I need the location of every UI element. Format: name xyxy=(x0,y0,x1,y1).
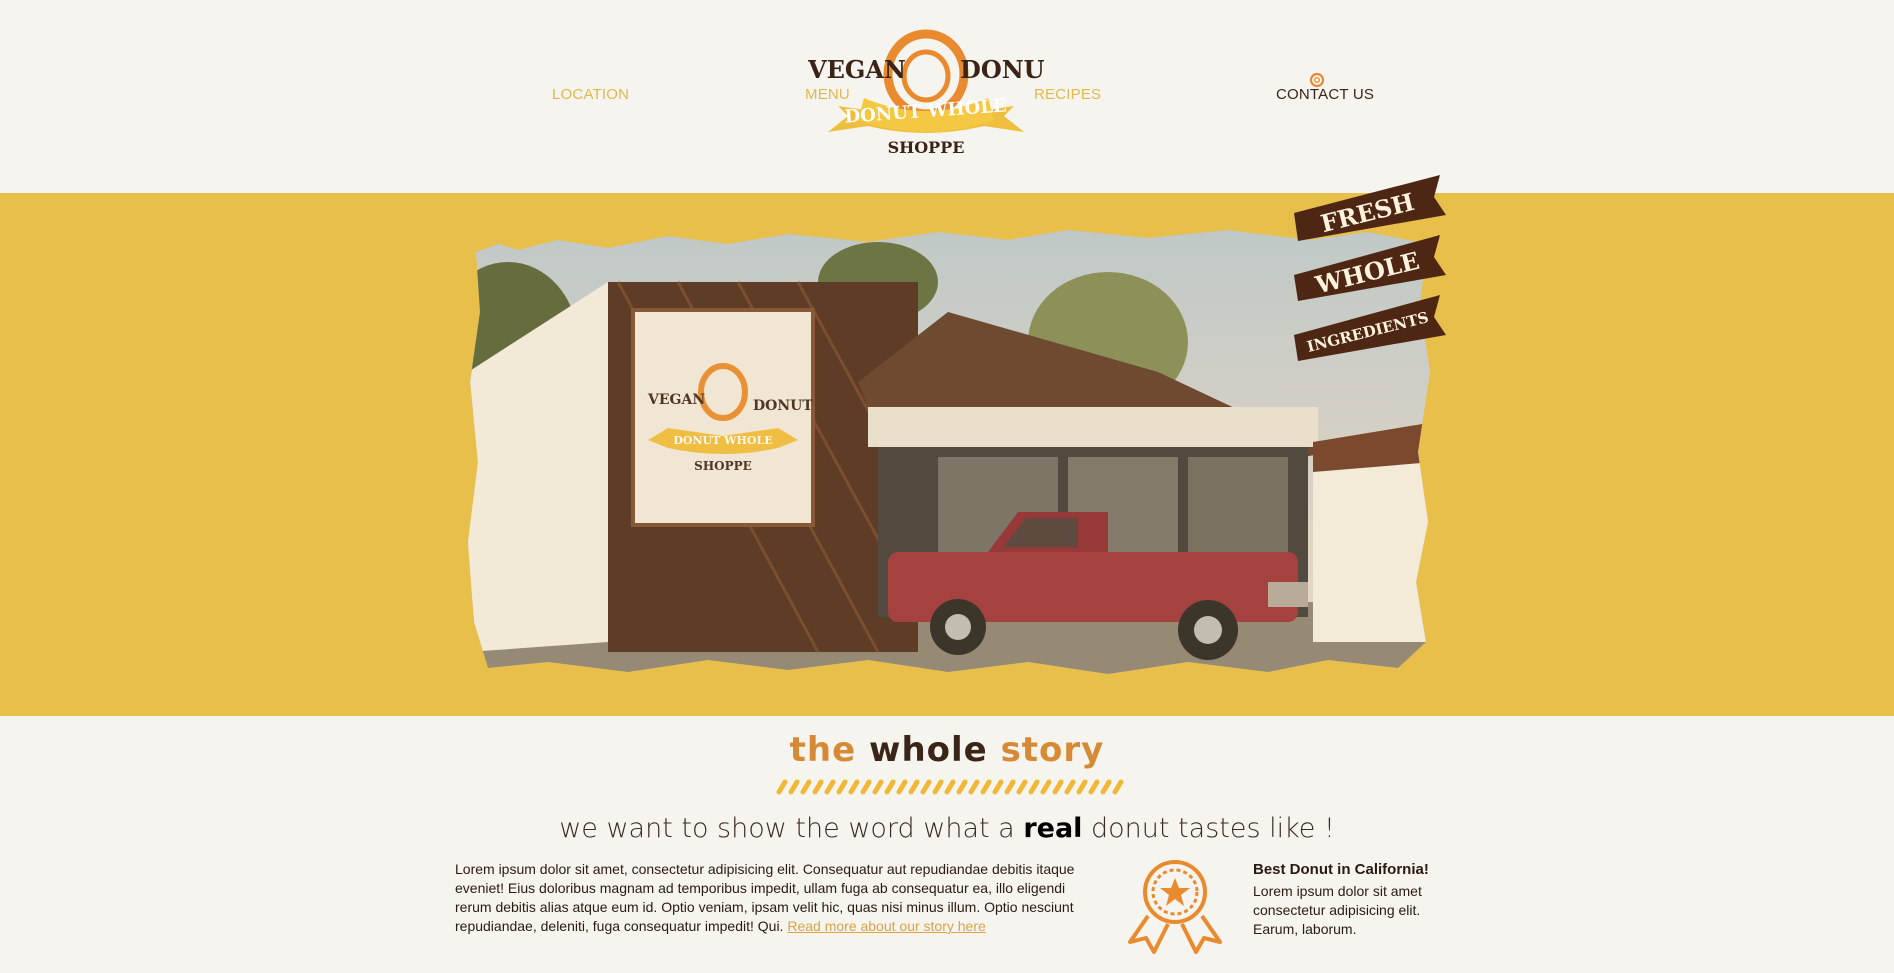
logo-word-left: VEGAN xyxy=(808,55,906,84)
tagline-bold-word: real xyxy=(1023,813,1083,844)
award-description: Lorem ipsum dolor sit amet consectetur a… xyxy=(1253,883,1422,937)
award-title: Best Donut in California! xyxy=(1253,861,1429,878)
ribbon-whole: WHOLE xyxy=(1312,246,1423,300)
story-heading: the whole story xyxy=(0,730,1894,770)
story-paragraph: Lorem ipsum dolor sit amet, consectetur … xyxy=(455,860,1095,936)
tagline-part-1: we want to show the word what a xyxy=(559,813,1024,844)
heading-zigzag-divider xyxy=(776,779,1124,795)
tagline-part-2: donut tastes like ! xyxy=(1082,813,1335,844)
read-more-link[interactable]: Read more about our story here xyxy=(787,918,985,934)
story-title-whole: whole xyxy=(869,730,988,770)
site-header: LOCATION MENU RECIPES CONTACT US VEGAN D… xyxy=(0,0,1894,193)
story-title-story: story xyxy=(1000,730,1105,770)
logo-bottom-text: SHOPPE xyxy=(888,138,965,157)
hero-band: VEGAN DONUT DONUT WHOLE SHOPPE FRESH WHO… xyxy=(0,175,1894,716)
fresh-whole-ingredients-ribbon: FRESH WHOLE INGREDIENTS xyxy=(1294,175,1446,361)
nav-recipes[interactable]: RECIPES xyxy=(1034,86,1101,103)
logo-word-right: DONUT xyxy=(960,55,1044,84)
story-tagline: we want to show the word what a real don… xyxy=(0,813,1894,844)
donut-indicator-icon xyxy=(1309,72,1325,88)
vegan-donut-logo[interactable]: VEGAN DONUT DONUT WHOLE SHOPPE xyxy=(808,16,1044,164)
story-title-the: the xyxy=(789,730,857,770)
award-badge-icon xyxy=(1128,860,1222,954)
nav-location[interactable]: LOCATION xyxy=(552,86,629,103)
